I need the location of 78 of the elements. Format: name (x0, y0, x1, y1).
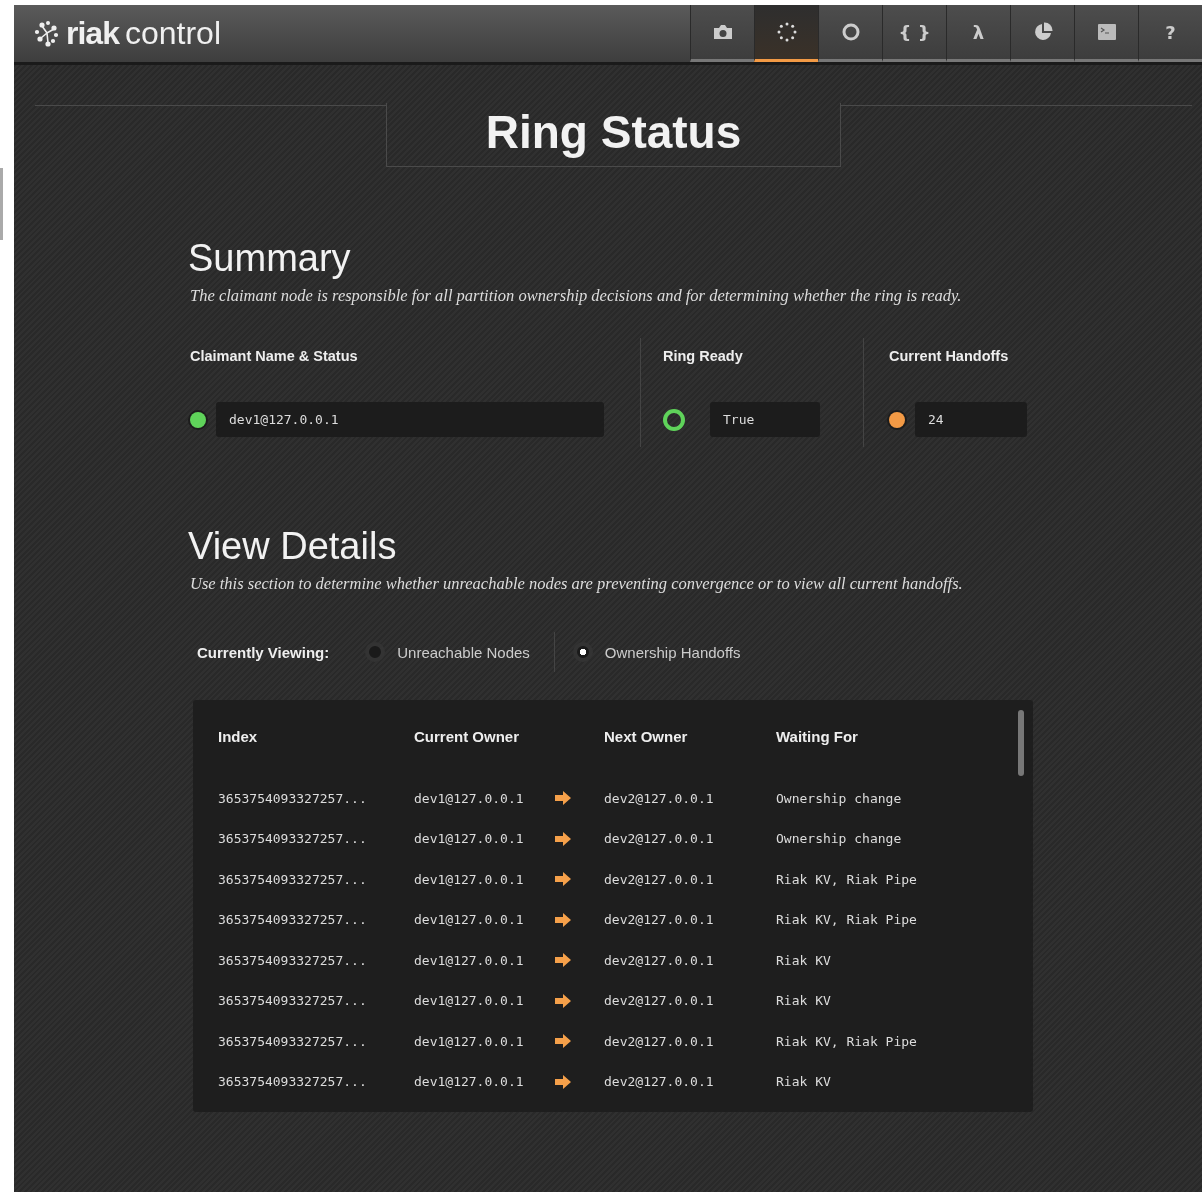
nav-tab[interactable] (754, 5, 818, 62)
value-field: True (710, 402, 820, 437)
arrow-icon (554, 912, 572, 927)
section-description: The claimant node is responsible for all partition ownership decisions and for determining whether the ring is ready. (190, 286, 963, 306)
table-cell-text: dev1@127.0.0.1 (414, 790, 525, 806)
nav-tab[interactable] (690, 5, 754, 62)
table-cell-text: dev1@127.0.0.1 (414, 1033, 525, 1049)
table-cell: Riak KV, Riak Pipe (776, 871, 917, 887)
nav-tab[interactable] (1010, 5, 1074, 62)
section-description: Use this section to determine whether unreachable nodes are preventing convergence or to view all current handoffs. (190, 574, 964, 594)
table-cell: Riak KV, Riak Pipe (776, 1033, 917, 1049)
arrow-icon (554, 831, 572, 846)
table-cell-text: dev2@127.0.0.1 (604, 993, 715, 1009)
table-cell-text: dev1@127.0.0.1 (414, 912, 525, 928)
radio-option[interactable]: Unreachable Nodes (365, 642, 530, 662)
table-cell: Ownership change (776, 831, 902, 847)
viewing-label: Currently Viewing: (197, 643, 330, 661)
table-cell-text: 3653754093327257... (218, 1074, 368, 1090)
table-cell: Ownership change (776, 790, 902, 806)
table-cell: Riak KV (776, 952, 831, 968)
table-cell-text: dev2@127.0.0.1 (604, 952, 715, 968)
arrow-icon (554, 953, 572, 968)
page-title: Ring Status (386, 103, 841, 167)
table-cell-text: dev2@127.0.0.1 (604, 912, 715, 928)
table-cell-text: dev2@127.0.0.1 (604, 1074, 715, 1090)
table-cell: Riak KV (776, 993, 831, 1009)
pie-chart-icon (1032, 22, 1053, 42)
scrollbar-thumb[interactable] (0, 168, 3, 240)
column-header: Index (218, 727, 259, 745)
scrollbar-thumb[interactable] (1018, 710, 1024, 776)
logo-icon (34, 19, 60, 48)
arrow-icon (554, 1074, 572, 1089)
section-heading: View Details (188, 525, 398, 568)
table-cell-text: 3653754093327257... (218, 871, 368, 887)
table-cell-text: 3653754093327257... (218, 1033, 368, 1049)
value-field: dev1@127.0.0.1 (216, 402, 604, 437)
table-cell-text: 3653754093327257... (218, 912, 368, 928)
table-cell: Riak KV, Riak Pipe (776, 912, 917, 928)
nav-tab[interactable]: λ (946, 5, 1010, 62)
radio-option[interactable]: Ownership Handoffs (572, 642, 741, 662)
table-cell-text: 3653754093327257... (218, 790, 368, 806)
logo-text: riak (66, 15, 119, 52)
column-header: Waiting For (776, 727, 858, 745)
table-cell-text: 3653754093327257... (218, 993, 368, 1009)
radio-button[interactable] (365, 642, 386, 662)
radio-button[interactable] (572, 642, 593, 662)
nav-tab[interactable]: ? (1138, 5, 1202, 62)
column-header: Current Owner (414, 727, 520, 745)
table-cell: Riak KV (776, 1074, 831, 1090)
table-cell-text: dev1@127.0.0.1 (414, 871, 525, 887)
table-cell-text: dev2@127.0.0.1 (604, 831, 715, 847)
table-cell-text: dev2@127.0.0.1 (604, 1033, 715, 1049)
camera-icon (712, 24, 733, 40)
circle-icon (841, 23, 860, 41)
table-cell-text: dev1@127.0.0.1 (414, 831, 525, 847)
table-cell-text: 3653754093327257... (218, 952, 368, 968)
column-header: Next Owner (604, 727, 689, 745)
nav-tab[interactable]: { } (882, 5, 946, 62)
arrow-icon (554, 993, 572, 1008)
arrow-icon (554, 1034, 572, 1049)
logo-text: control (124, 15, 221, 52)
table-cell-text: 3653754093327257... (218, 831, 368, 847)
arrow-icon (554, 791, 572, 806)
value-field: 24 (915, 402, 1027, 437)
field-label: Current Handoffs (889, 348, 1010, 364)
nav-tab[interactable] (818, 5, 882, 62)
nav-tab[interactable] (1074, 5, 1138, 62)
table-cell-text: dev1@127.0.0.1 (414, 1074, 525, 1090)
table-cell-text: dev2@127.0.0.1 (604, 790, 715, 806)
table-cell-text: dev2@127.0.0.1 (604, 871, 715, 887)
table-cell-text: dev1@127.0.0.1 (414, 993, 525, 1009)
dotted-ring-icon (776, 22, 797, 42)
field-label: Ring Ready (663, 348, 744, 364)
field-label: Claimant Name & Status (190, 348, 359, 364)
section-heading: Summary (188, 237, 352, 280)
terminal-icon (1097, 24, 1116, 40)
arrow-icon (554, 872, 572, 887)
table-cell-text: dev1@127.0.0.1 (414, 952, 525, 968)
